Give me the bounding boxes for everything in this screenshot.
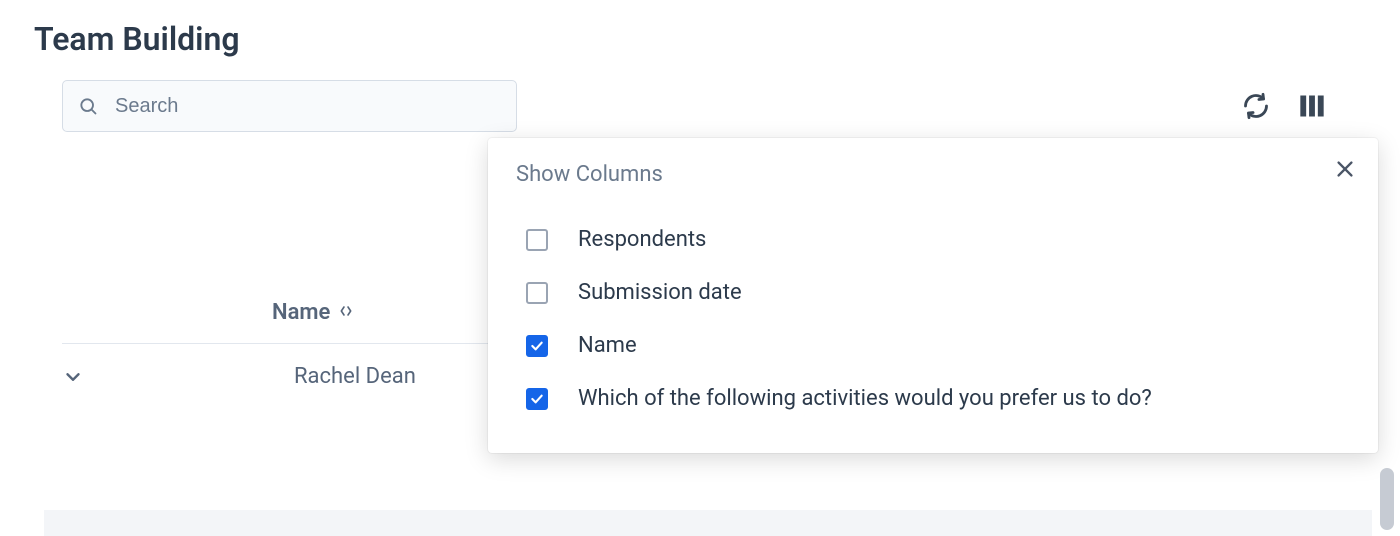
column-option-label: Respondents bbox=[578, 227, 706, 252]
checkbox-icon bbox=[526, 229, 548, 251]
checkbox-icon bbox=[526, 282, 548, 304]
column-option-submission-date[interactable]: Submission date bbox=[516, 266, 1354, 319]
sort-icon bbox=[338, 303, 354, 323]
column-option-label: Name bbox=[578, 333, 637, 358]
column-option-name[interactable]: Name bbox=[516, 319, 1354, 372]
scrollbar[interactable] bbox=[1380, 468, 1394, 530]
column-option-label: Which of the following activities would … bbox=[578, 386, 1152, 411]
page-title: Team Building bbox=[34, 20, 1366, 58]
search-input[interactable] bbox=[62, 80, 517, 132]
search-icon bbox=[78, 96, 98, 116]
toolbar bbox=[34, 80, 1366, 132]
column-option-activities[interactable]: Which of the following activities would … bbox=[516, 372, 1354, 425]
column-option-respondents[interactable]: Respondents bbox=[516, 213, 1354, 266]
show-columns-popover: Show Columns Respondents Submission date… bbox=[488, 138, 1378, 453]
refresh-icon[interactable] bbox=[1242, 92, 1270, 120]
checkbox-checked-icon bbox=[526, 335, 548, 357]
columns-icon[interactable] bbox=[1298, 92, 1326, 120]
column-option-label: Submission date bbox=[578, 280, 742, 305]
table-footer-strip bbox=[44, 510, 1372, 536]
column-header-label: Name bbox=[272, 300, 330, 325]
checkbox-checked-icon bbox=[526, 388, 548, 410]
search-field bbox=[62, 80, 517, 132]
column-header-name[interactable]: Name bbox=[272, 300, 354, 325]
chevron-down-icon[interactable] bbox=[62, 366, 84, 388]
close-icon[interactable] bbox=[1334, 158, 1356, 180]
popover-title: Show Columns bbox=[516, 162, 1354, 187]
toolbar-right bbox=[1242, 92, 1366, 120]
row-name: Rachel Dean bbox=[294, 364, 416, 389]
